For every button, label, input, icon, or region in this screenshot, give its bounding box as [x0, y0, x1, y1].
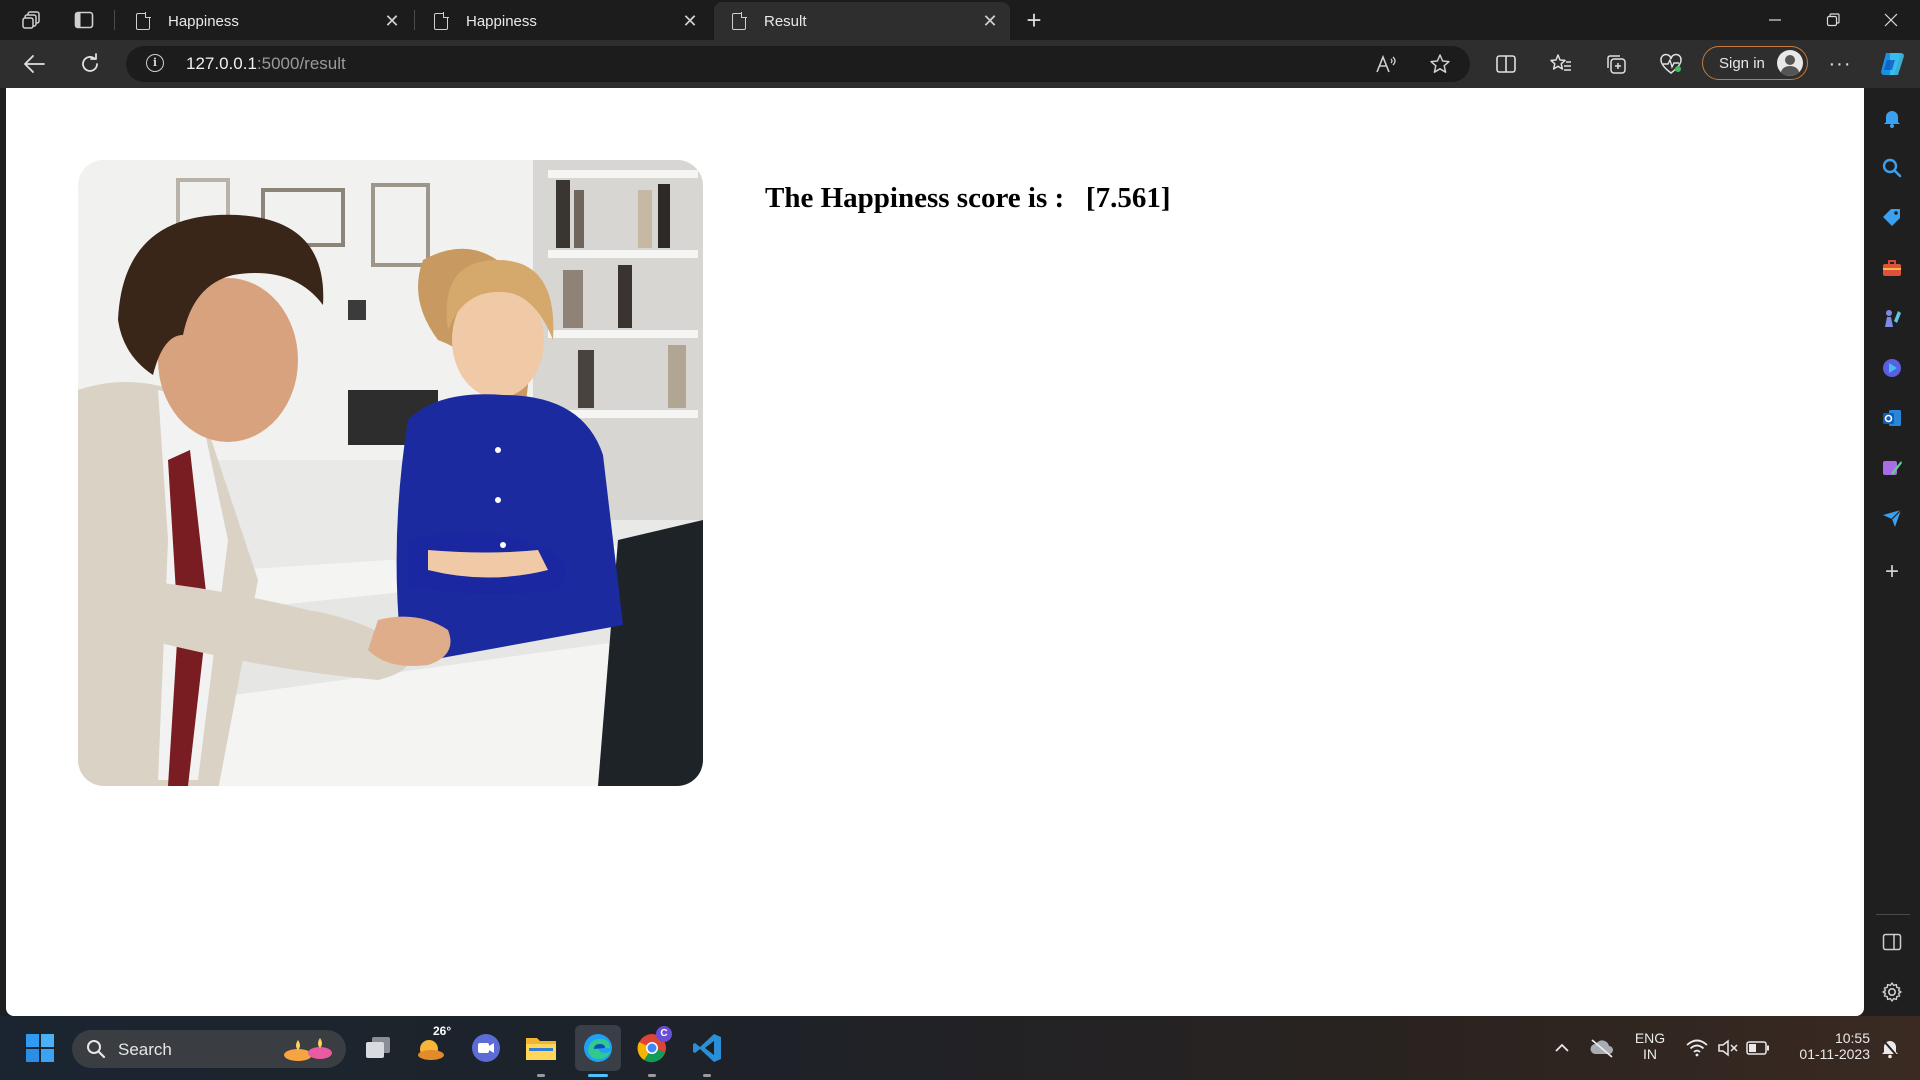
sidebar-divider	[1876, 914, 1910, 915]
tab-actions-icon[interactable]	[66, 6, 102, 34]
edge-sidebar: +	[1864, 88, 1920, 1016]
outlook-icon[interactable]	[1878, 404, 1906, 432]
windows-taskbar: Search 26° C ENG IN 10:55 01-11-2023	[0, 1016, 1920, 1080]
url-text[interactable]: 127.0.0.1:5000/result	[186, 54, 346, 74]
tab-bar: Happiness ✕ Happiness ✕ Result ✕ +	[0, 0, 1920, 40]
url-path: :5000/result	[256, 54, 346, 73]
close-tab-icon[interactable]: ✕	[976, 11, 1004, 32]
language-code: ENG	[1634, 1030, 1666, 1046]
page-content: The Happiness score is : [7.561]	[6, 88, 1864, 1016]
tab-title: Result	[764, 12, 807, 30]
windows-start-icon[interactable]	[20, 1028, 60, 1068]
tab-title: Happiness	[466, 12, 537, 30]
microsoft-365-icon[interactable]	[1878, 354, 1906, 382]
clock-time: 10:55	[1834, 1030, 1870, 1046]
page-icon	[136, 11, 151, 30]
tab-result[interactable]: Result ✕	[714, 2, 1010, 40]
search-icon	[87, 1040, 106, 1059]
url-host: 127.0.0.1	[186, 54, 257, 73]
read-aloud-icon[interactable]	[1370, 48, 1402, 80]
notifications-bell-icon[interactable]	[1878, 104, 1906, 132]
vscode-icon[interactable]	[687, 1028, 727, 1068]
chrome-profile-badge: C	[656, 1026, 672, 1042]
minimize-button[interactable]	[1746, 0, 1804, 40]
task-view-icon[interactable]	[358, 1028, 398, 1068]
search-icon[interactable]	[1878, 154, 1906, 182]
teams-meet-icon[interactable]	[466, 1028, 506, 1068]
sign-in-button[interactable]: Sign in	[1702, 46, 1808, 80]
workspaces-icon[interactable]	[14, 6, 50, 34]
tab-title: Happiness	[168, 12, 239, 30]
page-icon	[732, 11, 747, 30]
tools-briefcase-icon[interactable]	[1878, 254, 1906, 282]
favorite-star-icon[interactable]	[1424, 48, 1456, 80]
weather-temperature: 26°	[433, 1024, 452, 1038]
office-photo	[78, 160, 703, 786]
send-icon[interactable]	[1878, 504, 1906, 532]
search-label: Search	[118, 1040, 172, 1059]
games-icon[interactable]	[1878, 304, 1906, 332]
notification-center-icon[interactable]	[1870, 1028, 1910, 1068]
browser-essentials-icon[interactable]	[1655, 48, 1687, 80]
language-indicator[interactable]: ENG IN	[1628, 1030, 1672, 1062]
more-menu-icon[interactable]: ···	[1824, 48, 1856, 80]
onedrive-offline-icon[interactable]	[1582, 1028, 1622, 1068]
refresh-icon[interactable]	[74, 48, 106, 80]
page-icon	[434, 11, 449, 30]
copilot-icon[interactable]	[1876, 48, 1908, 80]
new-tab-button[interactable]: +	[1018, 4, 1050, 36]
back-arrow-icon[interactable]	[18, 48, 50, 80]
favorites-icon[interactable]	[1545, 48, 1577, 80]
happiness-score-text: The Happiness score is : [7.561]	[765, 182, 1171, 214]
designer-icon[interactable]	[1878, 454, 1906, 482]
file-explorer-icon[interactable]	[521, 1028, 561, 1068]
weather-widget-icon[interactable]: 26°	[411, 1024, 451, 1068]
collections-icon[interactable]	[1600, 48, 1632, 80]
chrome-browser-icon[interactable]: C	[632, 1026, 672, 1068]
battery-icon[interactable]	[1738, 1028, 1778, 1068]
close-window-button[interactable]	[1862, 0, 1920, 40]
close-tab-icon[interactable]: ✕	[676, 11, 704, 32]
tab-happiness-1[interactable]: Happiness ✕	[118, 2, 412, 40]
settings-gear-icon[interactable]	[1878, 978, 1906, 1006]
clock[interactable]: 10:55 01-11-2023	[1782, 1030, 1870, 1062]
avatar-icon	[1777, 50, 1803, 76]
add-sidebar-app-icon[interactable]: +	[1878, 558, 1906, 586]
address-bar[interactable]: i 127.0.0.1:5000/result	[126, 46, 1470, 82]
sign-in-label: Sign in	[1719, 55, 1765, 72]
split-screen-icon[interactable]	[1490, 48, 1522, 80]
edge-browser-icon[interactable]	[575, 1025, 621, 1071]
hide-sidebar-icon[interactable]	[1878, 928, 1906, 956]
navigation-bar: i 127.0.0.1:5000/result Sign in ···	[0, 40, 1920, 88]
close-tab-icon[interactable]: ✕	[378, 11, 406, 32]
show-hidden-icons-chevron[interactable]	[1542, 1028, 1582, 1068]
shopping-tag-icon[interactable]	[1878, 204, 1906, 232]
tab-happiness-2[interactable]: Happiness ✕	[416, 2, 710, 40]
diwali-lamp-icon	[284, 1038, 332, 1061]
restore-button[interactable]	[1804, 0, 1862, 40]
language-region: IN	[1643, 1046, 1657, 1062]
site-info-icon[interactable]: i	[146, 54, 164, 72]
clock-date: 01-11-2023	[1799, 1046, 1870, 1062]
taskbar-search-box[interactable]: Search	[72, 1030, 346, 1068]
